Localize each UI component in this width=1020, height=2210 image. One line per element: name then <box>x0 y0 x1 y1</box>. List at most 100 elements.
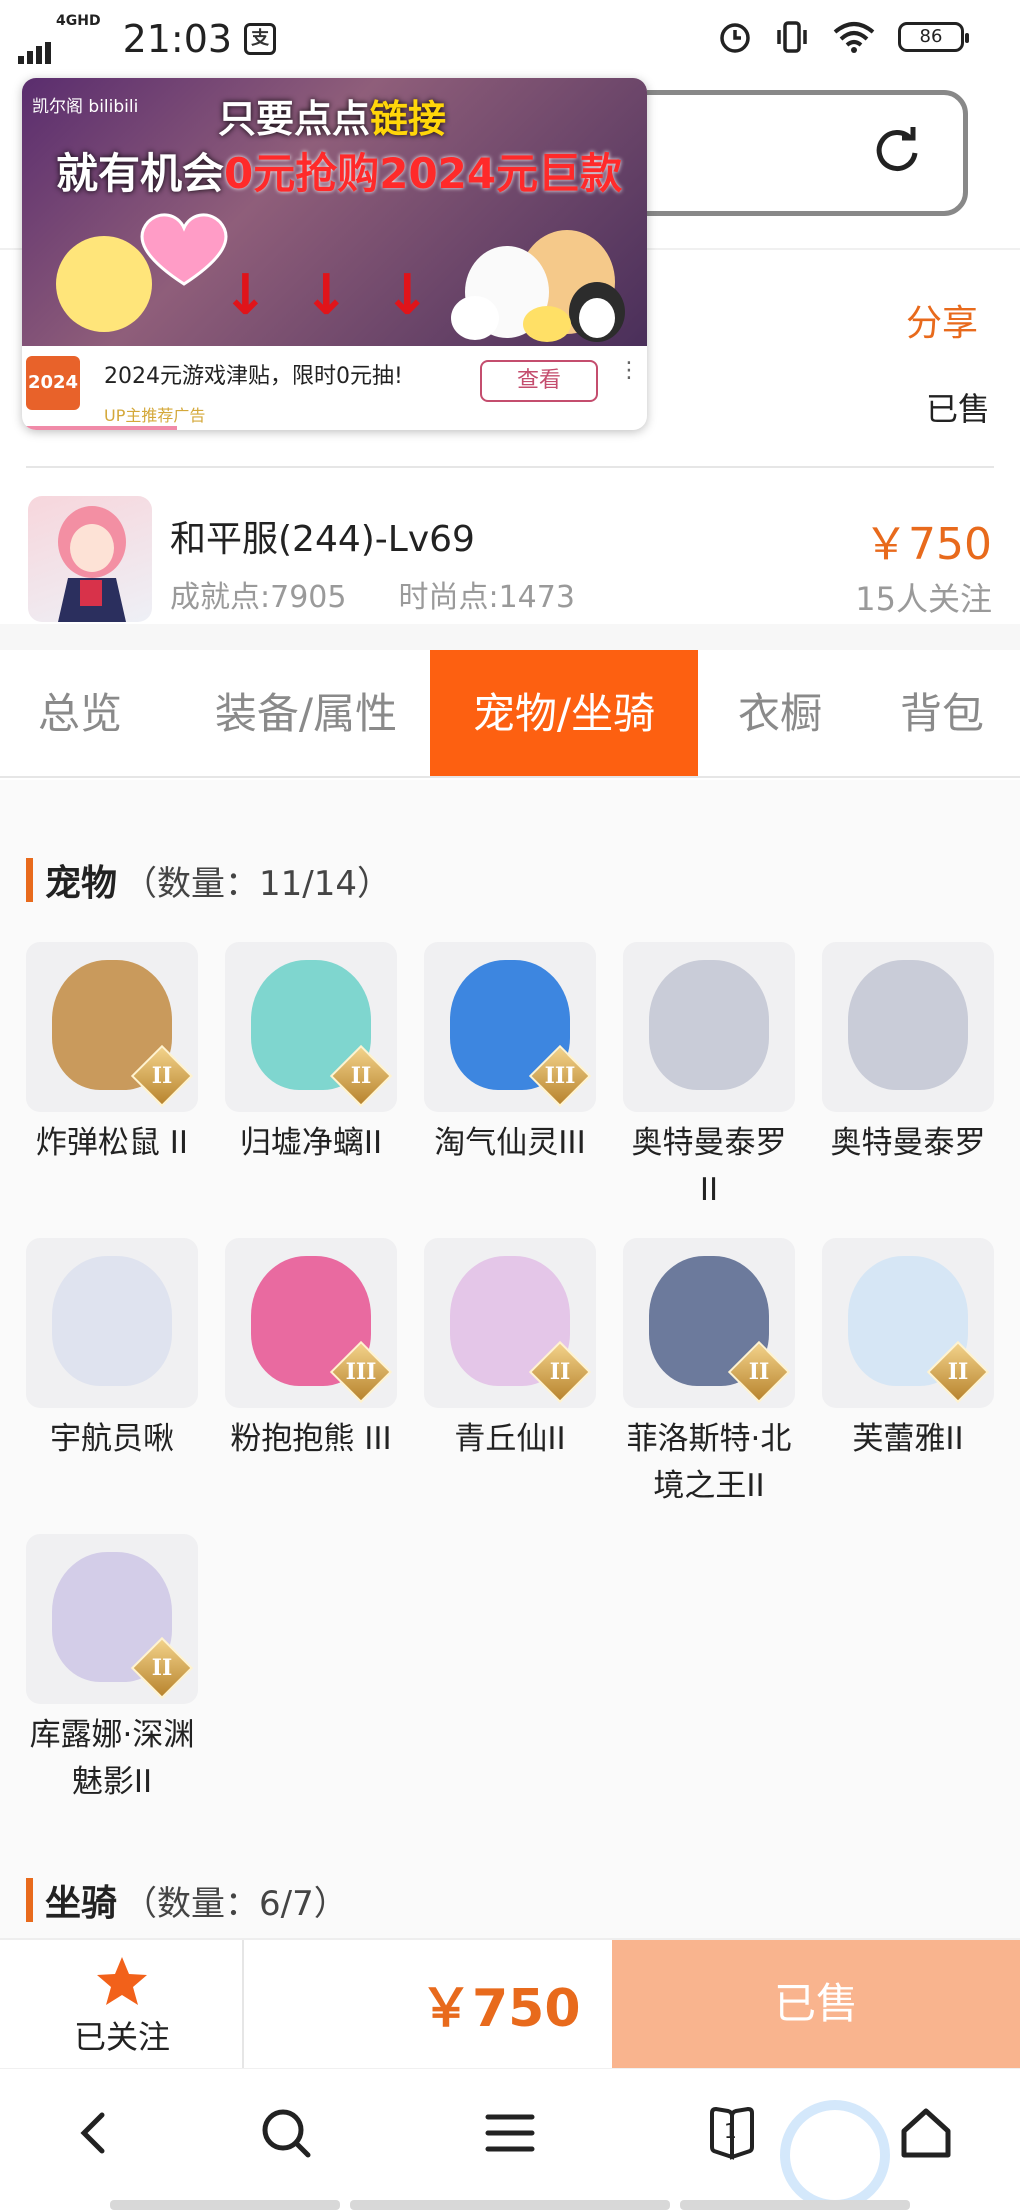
ad-body: 2024 2024元游戏津贴，限时0元抽! 查看 ⋮ UP主推荐广告 <box>22 346 647 430</box>
ad-tag: UP主推荐广告 <box>104 406 206 425</box>
pet-image: III <box>225 1238 397 1408</box>
pet-card[interactable]: II 青丘仙II <box>424 1238 596 1463</box>
pet-name: 奥特曼泰罗 <box>830 1125 986 1161</box>
tab-bar: 总览 装备/属性 宠物/坐骑 衣橱 背包 <box>0 650 1020 778</box>
ad-banner[interactable]: 凯尔阁 bilibili 只要点点链接 就有机会0元抢购2024元巨款 ↓ ↓ ↓ <box>22 78 647 346</box>
ad-logo: 凯尔阁 bilibili <box>32 97 139 117</box>
pet-card[interactable]: II 归墟净螭II <box>225 942 397 1167</box>
vibrate-icon <box>777 21 807 53</box>
pet-card[interactable]: II 炸弹松鼠 II <box>26 942 198 1167</box>
back-icon[interactable] <box>64 2103 124 2163</box>
ad-view-button[interactable]: 查看 <box>480 360 598 402</box>
follow-button[interactable]: 已关注 <box>0 1940 244 2068</box>
cats-illustration <box>451 230 625 342</box>
pet-name: 宇航员啾 <box>50 1421 174 1457</box>
product-followers: 15人关注 <box>855 580 992 618</box>
pet-name: 奥特曼泰罗II <box>631 1125 787 1208</box>
sold-status-label: 已售 <box>926 390 991 428</box>
status-right: 86 <box>718 20 969 54</box>
pets-section-title: 宠物 （数量：11/14） <box>26 854 391 906</box>
ad-app-icon: 2024 <box>26 356 80 410</box>
tab-equipment[interactable]: 装备/属性 <box>186 650 426 776</box>
pet-name: 归墟净螭II <box>239 1125 383 1161</box>
follow-label: 已关注 <box>73 2018 170 2056</box>
tabs-button[interactable]: 1 <box>702 2103 762 2163</box>
section-count: （数量：6/7） <box>123 1883 348 1924</box>
action-bar: 已关注 ￥750 已售 <box>0 1938 1020 2068</box>
pet-image: II <box>623 1238 795 1408</box>
ad-more-icon[interactable]: ⋮ <box>618 358 640 383</box>
achievement-points: 成就点:7905 <box>170 580 347 615</box>
network-indicator: 4GHD <box>18 13 101 64</box>
product-name: 和平服(244)-Lv69 <box>170 519 475 560</box>
pet-card[interactable]: 奥特曼泰罗 <box>822 942 994 1167</box>
tab-count: 1 <box>724 2119 737 2143</box>
pet-image <box>822 942 994 1112</box>
sold-button[interactable]: 已售 <box>612 1940 1020 2068</box>
pet-name: 菲洛斯特·北境之王II <box>626 1421 792 1504</box>
section-count: （数量：11/14） <box>123 863 391 904</box>
down-arrow-icon: ↓ <box>383 263 431 328</box>
row-divider <box>26 466 994 468</box>
down-arrow-icon: ↓ <box>302 263 350 328</box>
pet-card[interactable]: 奥特曼泰罗II <box>623 942 795 1214</box>
pet-card[interactable]: II 芙蕾雅II <box>822 1238 994 1463</box>
pet-image: III <box>424 942 596 1112</box>
home-icon[interactable] <box>896 2103 956 2163</box>
network-type: 4GHD <box>56 13 101 29</box>
ad-headline-line1: 只要点点链接 <box>218 97 447 141</box>
alarm-icon <box>720 23 750 53</box>
down-arrow-icon: ↓ <box>222 263 269 328</box>
product-price: ￥750 <box>864 519 992 570</box>
star-icon <box>97 1957 147 2005</box>
section-name: 坐骑 <box>45 1883 118 1924</box>
pet-image <box>623 942 795 1112</box>
pet-image: II <box>225 942 397 1112</box>
pet-image: II <box>822 1238 994 1408</box>
ad-card[interactable]: 凯尔阁 bilibili 只要点点链接 就有机会0元抢购2024元巨款 ↓ ↓ ↓ … <box>22 78 647 430</box>
pet-card[interactable]: II 库露娜·深渊魅影II <box>26 1534 198 1806</box>
status-time: 21:03 <box>122 17 233 61</box>
pet-name: 库露娜·深渊魅影II <box>29 1717 195 1800</box>
pet-image <box>26 1238 198 1408</box>
pet-name: 炸弹松鼠 II <box>35 1125 189 1161</box>
ad-headline-line2: 就有机会0元抢购2024元巨款 <box>56 149 623 198</box>
alipay-notification-icon: 支 <box>244 23 277 55</box>
gesture-bar <box>110 2200 910 2210</box>
pet-name: 粉抱抱熊 III <box>230 1421 392 1457</box>
pet-card[interactable]: III 粉抱抱熊 III <box>225 1238 397 1463</box>
pet-image: II <box>26 942 198 1112</box>
pet-card[interactable]: III 淘气仙灵III <box>424 942 596 1167</box>
pet-name: 青丘仙II <box>454 1421 566 1457</box>
refresh-icon[interactable] <box>871 125 923 177</box>
product-stats: 成就点:7905 时尚点:1473 <box>170 572 575 616</box>
pet-name: 淘气仙灵III <box>434 1125 586 1161</box>
heart-icon <box>140 213 228 286</box>
bottom-price: ￥750 <box>420 1979 581 2039</box>
share-button[interactable]: 分享 <box>906 294 978 346</box>
tab-overview[interactable]: 总览 <box>0 650 160 776</box>
tab-pets-mounts[interactable]: 宠物/坐骑 <box>430 650 698 776</box>
wifi-icon <box>833 22 875 53</box>
pet-image: II <box>26 1534 198 1704</box>
mounts-section-title: 坐骑 （数量：6/7） <box>26 1874 348 1926</box>
tabs-spacer <box>0 624 1020 650</box>
tab-wardrobe[interactable]: 衣橱 <box>710 650 850 776</box>
floating-assistant-icon[interactable] <box>780 2100 890 2210</box>
pet-name: 芙蕾雅II <box>852 1421 964 1457</box>
menu-icon[interactable] <box>480 2103 540 2163</box>
tab-backpack[interactable]: 背包 <box>872 650 1012 776</box>
character-avatar <box>28 496 152 622</box>
section-name: 宠物 <box>45 863 118 904</box>
status-left: 4GHD 21:03 支 <box>18 13 277 64</box>
ad-arrows: ↓ ↓ ↓ <box>222 268 431 324</box>
pet-card[interactable]: 宇航员啾 <box>26 1238 198 1463</box>
status-bar: 4GHD 21:03 支 86 <box>0 0 1020 80</box>
ad-text: 2024元游戏津贴，限时0元抽! <box>104 364 403 389</box>
battery-icon: 86 <box>898 22 969 52</box>
ad-progress-bar <box>22 426 177 430</box>
pet-card[interactable]: II 菲洛斯特·北境之王II <box>623 1238 795 1510</box>
pet-image: II <box>424 1238 596 1408</box>
fashion-points: 时尚点:1473 <box>398 580 575 615</box>
search-icon[interactable] <box>256 2103 316 2163</box>
